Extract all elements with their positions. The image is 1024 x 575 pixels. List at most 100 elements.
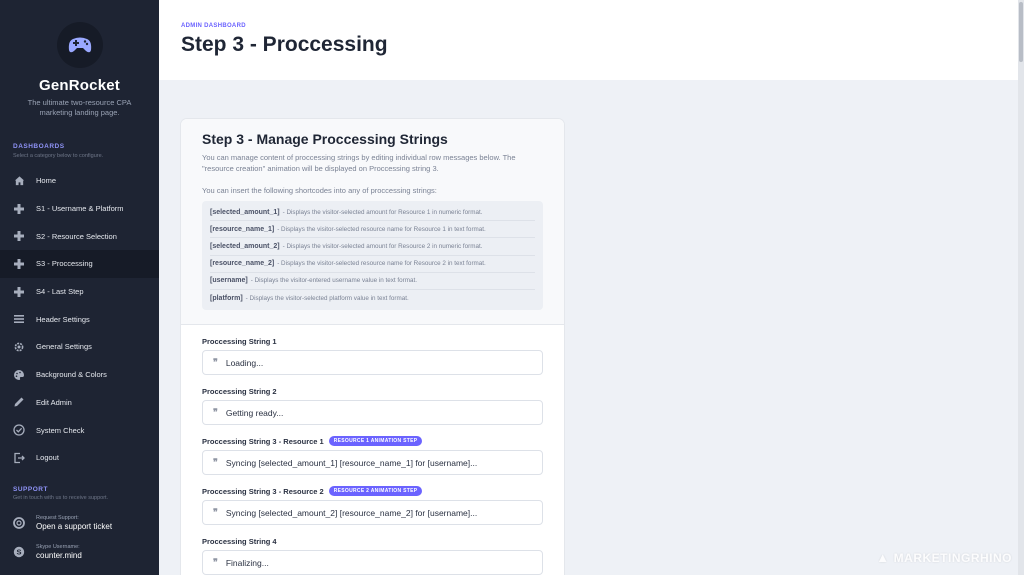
input-value: Syncing [selected_amount_2] [resource_na…	[225, 507, 478, 518]
gamepad-icon	[13, 230, 25, 242]
page-scrollbar[interactable]	[1018, 0, 1024, 575]
skype-contact: S Skype Username: counter.mind	[13, 544, 82, 560]
check-circle-icon	[13, 424, 25, 436]
proccessing-string-4-input[interactable]: ❞ Finalizing...	[202, 550, 543, 575]
input-value: Loading...	[225, 357, 264, 368]
shortcodes-intro: You can insert the following shortcodes …	[202, 186, 437, 195]
sidebar-item-s2[interactable]: S2 - Resource Selection	[0, 222, 159, 250]
shortcode-desc: - Displays the visitor-selected amount f…	[282, 242, 483, 250]
field-label-text: Proccessing String 4	[202, 536, 277, 546]
shortcode-desc: - Displays the visitor-selected resource…	[277, 260, 486, 268]
card-title: Step 3 - Manage Proccessing Strings	[202, 131, 448, 147]
shortcode: [username]	[210, 277, 248, 285]
shortcode-row: [selected_amount_2] - Displays the visito…	[210, 238, 535, 256]
page-title: Step 3 - Proccessing	[181, 33, 388, 56]
shortcode-desc: - Displays the visitor-selected amount f…	[282, 208, 483, 216]
scrollbar-thumb[interactable]	[1019, 2, 1023, 62]
quote-icon: ❞	[213, 507, 218, 518]
sidebar-item-label: S4 - Last Step	[36, 287, 84, 297]
field-label-text: Proccessing String 3 - Resource 2	[202, 486, 324, 496]
field-label: Proccessing String 2	[202, 385, 543, 397]
field-label-text: Proccessing String 2	[202, 386, 277, 396]
sidebar-nav: Home S1 - Username & Platform S2 - Resou…	[0, 167, 159, 472]
gamepad-icon	[13, 258, 25, 270]
animation-step-badge: RESOURCE 2 ANIMATION STEP	[328, 486, 423, 496]
sidebar-item-background-colors[interactable]: Background & Colors	[0, 361, 159, 389]
sidebar-item-home[interactable]: Home	[0, 167, 159, 195]
proccessing-string-1: Proccessing String 1 ❞ Loading...	[202, 335, 543, 375]
shortcode: [resource_name_2]	[210, 260, 275, 268]
card-description: You can manage content of proccessing st…	[202, 153, 516, 173]
input-value: Syncing [selected_amount_1] [resource_na…	[225, 457, 478, 468]
proccessing-string-4: Proccessing String 4 ❞ Finalizing...	[202, 535, 543, 575]
palette-icon	[13, 369, 25, 381]
field-label: Proccessing String 4	[202, 535, 543, 547]
shortcode-row: [resource_name_2] - Displays the visitor-…	[210, 256, 535, 273]
shortcodes-list: [selected_amount_1] - Displays the visito…	[202, 201, 543, 311]
proccessing-string-3-resource-2-input[interactable]: ❞ Syncing [selected_amount_2] [resource_n…	[202, 500, 543, 525]
proccessing-string-2: Proccessing String 2 ❞ Getting ready...	[202, 385, 543, 425]
watermark: ▲ MARKETINGRHINO	[876, 550, 1012, 565]
sidebar-item-general-settings[interactable]: General Settings	[0, 333, 159, 361]
shortcode: [selected_amount_2]	[210, 242, 280, 250]
sidebar-section-subtitle: Select a category below to configure.	[13, 153, 104, 159]
home-icon	[13, 175, 25, 187]
sidebar-item-s3[interactable]: S3 - Proccessing	[0, 250, 159, 278]
sidebar-item-label: System Check	[36, 425, 85, 435]
field-label-text: Proccessing String 3 - Resource 1	[202, 436, 324, 446]
sidebar-section-title: DASHBOARDS	[13, 143, 65, 150]
skype-username: counter.mind	[36, 551, 82, 560]
field-label: Proccessing String 3 - Resource 2 RESOURC…	[202, 485, 543, 497]
gear-icon	[13, 341, 25, 353]
lifebuoy-icon	[13, 517, 25, 529]
sidebar-item-label: Home	[36, 176, 57, 186]
sidebar: GenRocket The ultimate two-resource CPA …	[0, 0, 159, 575]
sidebar-item-logout[interactable]: Logout	[0, 444, 159, 472]
svg-text:S: S	[16, 548, 21, 557]
top-header: ADMIN DASHBOARD Step 3 - Proccessing	[159, 0, 1024, 80]
support-ticket-link[interactable]: Request Support: Open a support ticket	[13, 515, 112, 531]
input-value: Finalizing...	[225, 557, 269, 568]
field-label: Proccessing String 3 - Resource 1 RESOURC…	[202, 435, 543, 447]
shortcode: [resource_name_1]	[210, 225, 275, 233]
watermark-text: MARKETINGRHINO	[893, 550, 1012, 565]
shortcode-row: [resource_name_1] - Displays the visitor-…	[210, 221, 535, 239]
field-label-text: Proccessing String 1	[202, 336, 277, 346]
sidebar-item-s4[interactable]: S4 - Last Step	[0, 278, 159, 306]
sidebar-item-edit-admin[interactable]: Edit Admin	[0, 389, 159, 417]
support-request-link[interactable]: Open a support ticket	[36, 522, 112, 531]
proccessing-fields: Proccessing String 1 ❞ Loading... Procces…	[181, 325, 564, 575]
brand-name: GenRocket	[39, 77, 120, 94]
proccessing-string-3-resource-1: Proccessing String 3 - Resource 1 RESOURC…	[202, 435, 543, 475]
quote-icon: ❞	[213, 357, 218, 368]
sidebar-item-s1[interactable]: S1 - Username & Platform	[0, 195, 159, 223]
brand-tagline: The ultimate two-resource CPA marketing …	[27, 98, 132, 117]
proccessing-string-1-input[interactable]: ❞ Loading...	[202, 350, 543, 375]
proccessing-string-3-resource-1-input[interactable]: ❞ Syncing [selected_amount_1] [resource_n…	[202, 450, 543, 475]
shortcode-desc: - Displays the visitor-selected resource…	[277, 225, 486, 233]
sidebar-item-label: Background & Colors	[36, 370, 107, 380]
sidebar-item-label: S3 - Proccessing	[36, 259, 93, 269]
gamepad-icon	[13, 203, 25, 215]
animation-step-badge: RESOURCE 1 ANIMATION STEP	[328, 436, 423, 446]
sidebar-item-header-settings[interactable]: Header Settings	[0, 305, 159, 333]
sidebar-item-label: Header Settings	[36, 314, 90, 324]
field-label: Proccessing String 1	[202, 335, 543, 347]
skype-small: Skype Username:	[36, 544, 80, 550]
sidebar-item-system-check[interactable]: System Check	[0, 416, 159, 444]
sidebar-item-label: General Settings	[36, 342, 92, 352]
sidebar-item-label: S1 - Username & Platform	[36, 204, 124, 214]
shortcode-desc: - Displays the visitor-entered username …	[250, 277, 417, 285]
gamepad-icon	[13, 286, 25, 298]
quote-icon: ❞	[213, 557, 218, 568]
shortcode: [platform]	[210, 295, 243, 303]
pencil-icon	[13, 396, 25, 408]
proccessing-string-3-resource-2: Proccessing String 3 - Resource 2 RESOURC…	[202, 485, 543, 525]
support-subtitle: Get in touch with us to receive support.	[13, 495, 109, 501]
shortcode-row: [platform] - Displays the visitor-selecte…	[210, 290, 535, 307]
quote-icon: ❞	[213, 457, 218, 468]
input-value: Getting ready...	[225, 407, 284, 418]
rhino-icon: ▲	[876, 550, 890, 565]
proccessing-string-2-input[interactable]: ❞ Getting ready...	[202, 400, 543, 425]
support-title: SUPPORT	[13, 486, 48, 493]
